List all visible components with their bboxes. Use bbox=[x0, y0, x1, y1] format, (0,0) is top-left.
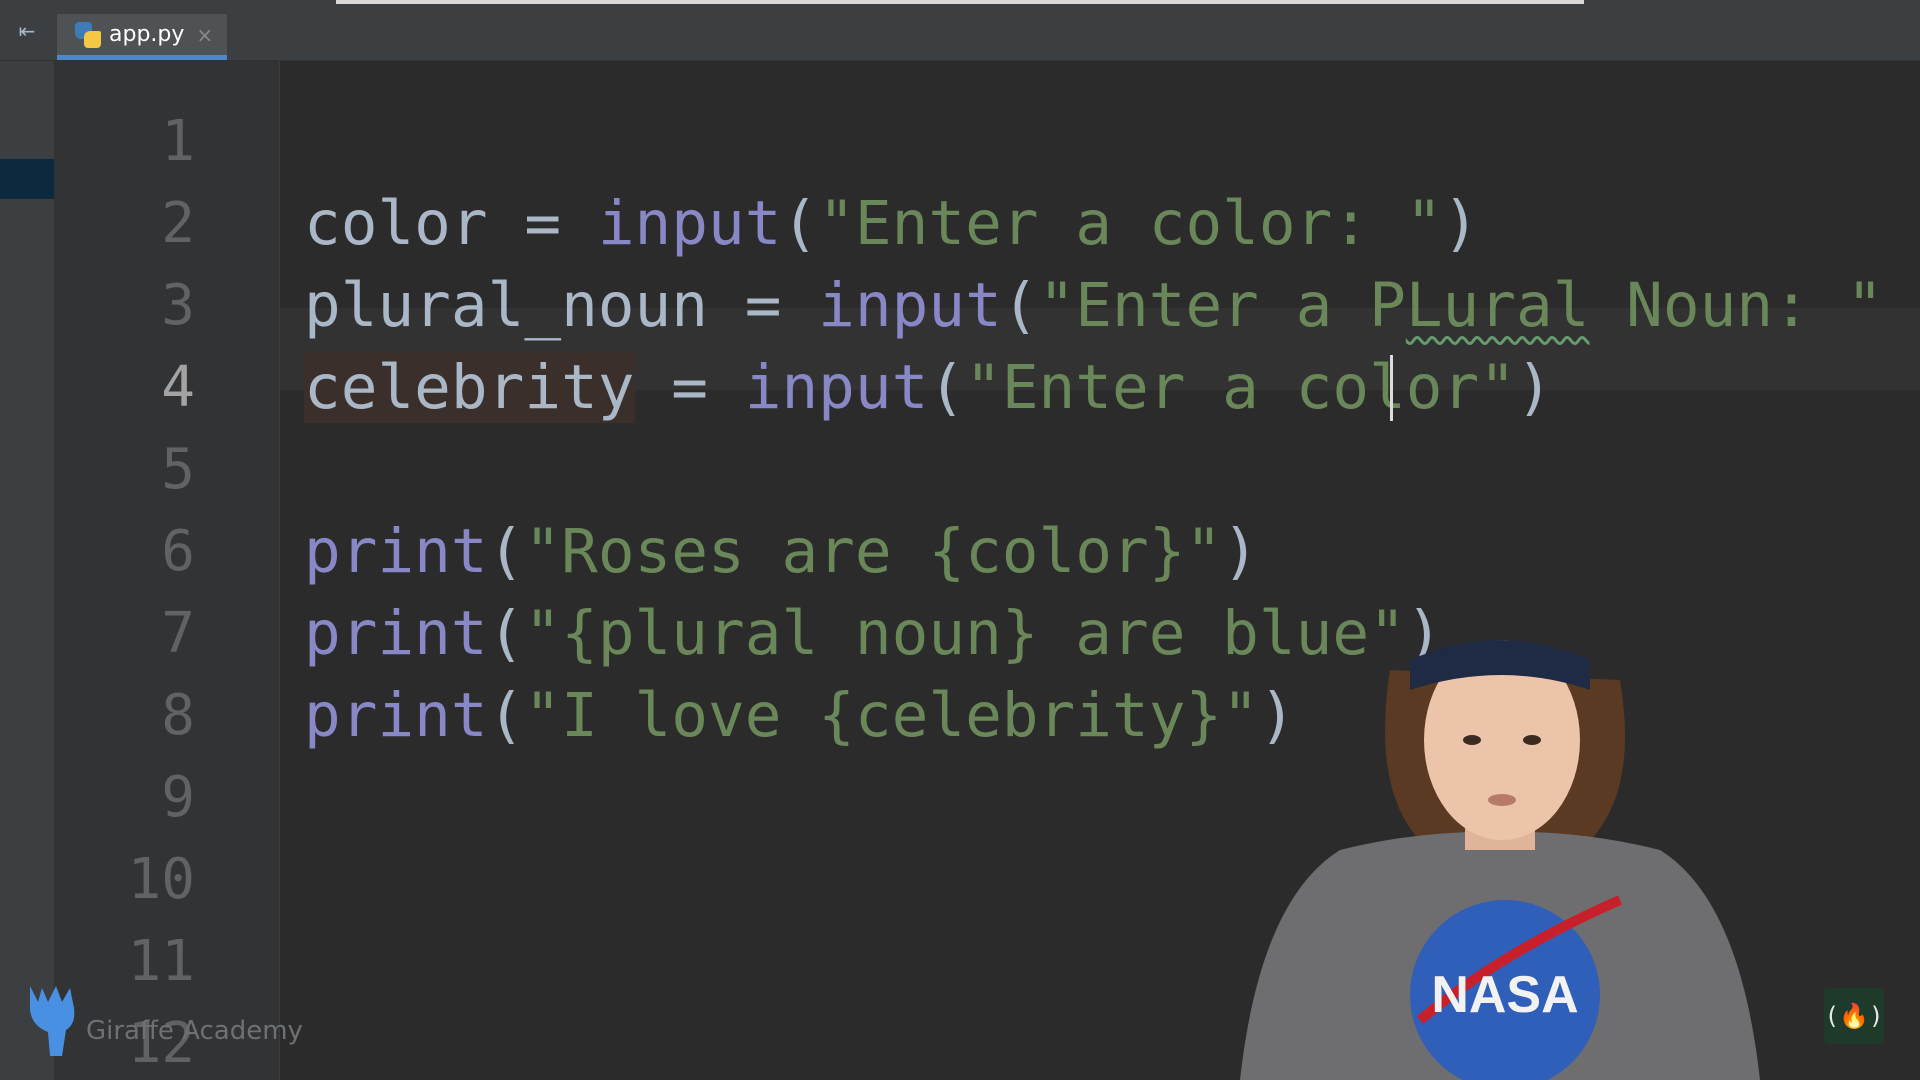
code-token-paren: ( bbox=[487, 516, 525, 587]
code-token-builtin: print bbox=[304, 516, 488, 587]
line-number: 2 bbox=[161, 191, 195, 256]
code-token-builtin: input bbox=[597, 188, 782, 259]
top-progress-strip bbox=[336, 0, 1584, 4]
python-file-icon bbox=[75, 21, 101, 48]
collapse-panel-icon[interactable]: ⇤ bbox=[12, 20, 42, 42]
line-number: 6 bbox=[161, 519, 195, 584]
code-line-3[interactable]: plural_noun = input("Enter a PLural Noun… bbox=[304, 265, 1883, 347]
code-token-str: Noun: " bbox=[1589, 270, 1884, 341]
tab-bar: ⇤ app.py × bbox=[0, 0, 1920, 61]
code-token-paren: ) bbox=[1442, 188, 1480, 259]
line-number: 1 bbox=[161, 109, 195, 174]
code-token-ident: color bbox=[304, 188, 488, 259]
nasa-shirt-text: NASA bbox=[1431, 966, 1578, 1024]
code-token-str: "Enter a P bbox=[1038, 270, 1406, 341]
freecodecamp-badge: (🔥) bbox=[1824, 988, 1884, 1044]
code-token-builtin: print bbox=[304, 680, 488, 751]
code-token-str: "Enter a color" bbox=[965, 352, 1516, 423]
code-token-op: = bbox=[634, 352, 745, 423]
code-token-paren: ) bbox=[1222, 516, 1259, 587]
code-line-4[interactable]: celebrity = input("Enter a color") bbox=[304, 347, 1553, 429]
ide-window: ⇤ app.py × 1 2 3 4 5 6 7 8 9 10 11 12 co… bbox=[0, 0, 1920, 1080]
line-number-current: 4 bbox=[161, 355, 195, 420]
line-number: 10 bbox=[127, 847, 195, 912]
code-token-paren: ( bbox=[1001, 270, 1039, 341]
code-token-paren: ( bbox=[928, 352, 966, 423]
code-line-6[interactable]: print("Roses are {color}") bbox=[304, 511, 1259, 593]
presenter-webcam-overlay: NASA bbox=[1240, 640, 1760, 1080]
tab-label: app.py bbox=[109, 22, 185, 47]
code-token-builtin: input bbox=[818, 270, 1002, 341]
code-token-str: "Enter a color: " bbox=[818, 188, 1443, 259]
code-token-str: "Roses are {color}" bbox=[524, 516, 1223, 587]
giraffe-academy-watermark: Giraffe Academy bbox=[22, 980, 303, 1060]
code-token-paren: ( bbox=[781, 188, 819, 259]
left-tool-strip bbox=[0, 61, 55, 1080]
code-line-8[interactable]: print("I love {celebrity}") bbox=[304, 675, 1296, 757]
line-number: 7 bbox=[161, 601, 195, 666]
watermark-text: Giraffe Academy bbox=[86, 1016, 303, 1046]
line-number: 5 bbox=[161, 437, 195, 502]
code-token-builtin: print bbox=[304, 598, 488, 669]
line-number: 3 bbox=[161, 273, 195, 338]
line-number: 9 bbox=[161, 765, 195, 830]
code-token-ident: plural_noun bbox=[304, 270, 708, 341]
project-tool-marker[interactable] bbox=[0, 159, 54, 199]
giraffe-logo-icon bbox=[30, 986, 75, 1056]
code-token-ident: celebrity bbox=[304, 352, 635, 423]
line-number: 8 bbox=[161, 683, 195, 748]
code-token-paren: ( bbox=[487, 680, 525, 751]
code-token-str: "I love {celebrity}" bbox=[524, 680, 1259, 751]
text-cursor bbox=[1390, 355, 1393, 421]
code-token-op: = bbox=[707, 270, 819, 341]
line-number-gutter: 1 2 3 4 5 6 7 8 9 10 11 12 bbox=[55, 61, 280, 1080]
code-token-paren: ( bbox=[487, 598, 525, 669]
close-tab-icon[interactable]: × bbox=[196, 23, 213, 47]
code-token-str: Lural bbox=[1405, 270, 1590, 341]
tab-app-py[interactable]: app.py × bbox=[57, 14, 227, 60]
code-token-op: = bbox=[487, 188, 598, 259]
code-token-paren: ) bbox=[1515, 352, 1553, 423]
code-token-builtin: input bbox=[744, 352, 929, 423]
code-line-2[interactable]: color = input("Enter a color: ") bbox=[304, 183, 1479, 265]
